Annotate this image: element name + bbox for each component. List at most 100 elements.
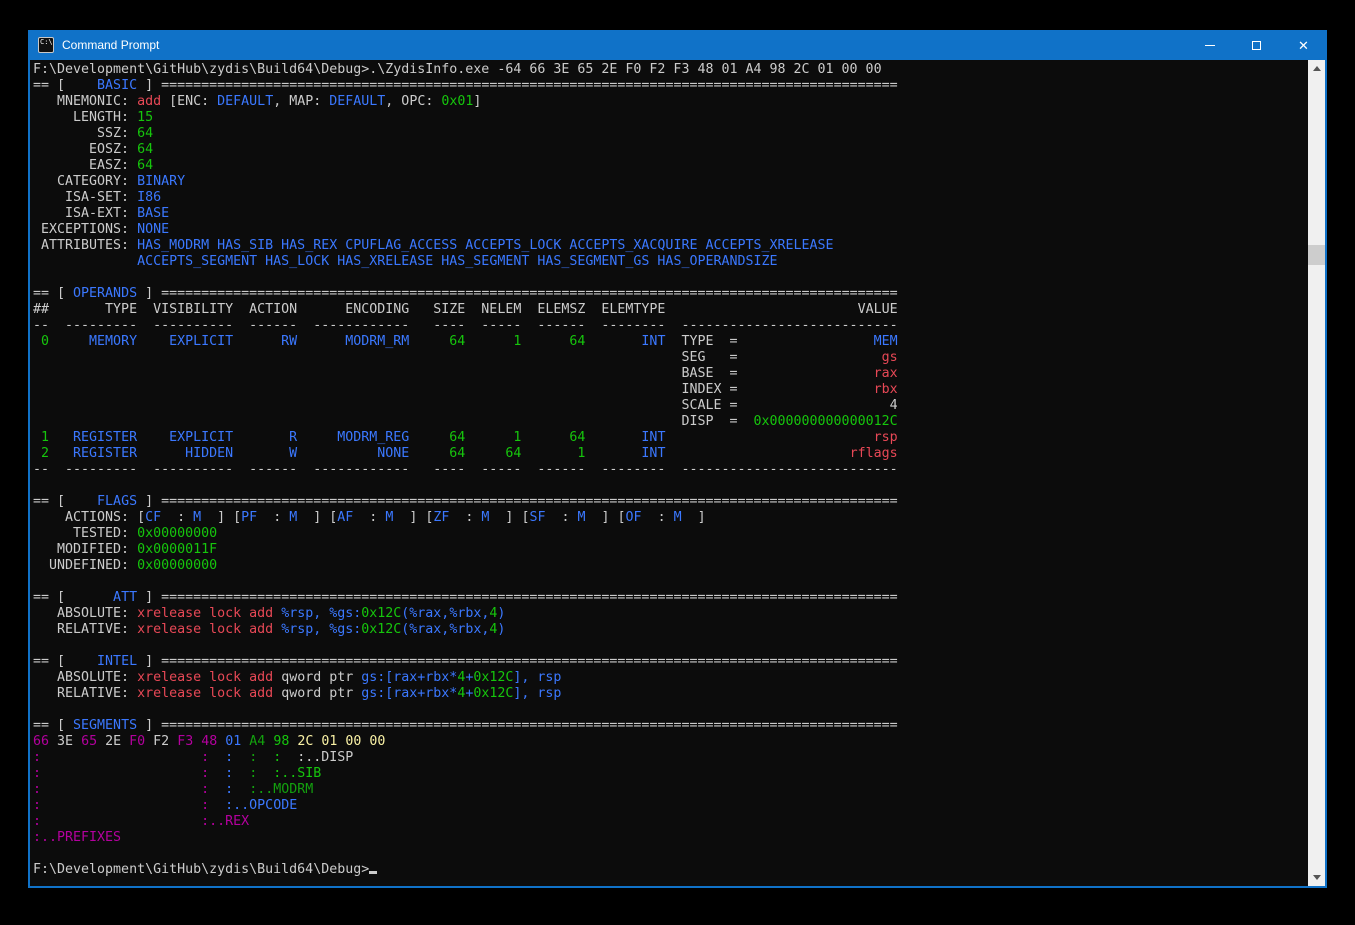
maximize-button[interactable] xyxy=(1233,30,1280,60)
text-segment: MEM xyxy=(874,334,898,349)
text-segment: OPERANDS xyxy=(73,286,137,301)
text-segment: (%rax,%rbx, xyxy=(401,622,489,637)
text-segment: ] xyxy=(137,286,161,301)
text-segment xyxy=(33,398,681,413)
text-segment: %rsp, %gs: xyxy=(281,622,361,637)
text-segment: ] xyxy=(137,78,161,93)
console-line: MODIFIED: 0x0000011F xyxy=(33,542,1308,558)
text-segment: add xyxy=(137,94,161,109)
text-segment xyxy=(233,766,249,781)
text-segment: HAS_MODRM HAS_SIB HAS_REX CPUFLAG_ACCESS… xyxy=(137,238,833,253)
command-prompt-window: C:\ Command Prompt ✕ F:\Development\GitH… xyxy=(28,30,1327,888)
text-segment: : xyxy=(161,510,193,525)
console-line: : : : : : :..DISP xyxy=(33,750,1308,766)
text-segment: [ENC: xyxy=(161,94,217,109)
text-segment: INT xyxy=(585,334,665,349)
text-segment: : xyxy=(33,750,41,765)
minimize-button[interactable] xyxy=(1186,30,1233,60)
minimize-icon xyxy=(1205,45,1215,46)
text-segment xyxy=(209,782,225,797)
text-segment: :..DISP xyxy=(297,750,353,765)
text-segment: , OPC: xyxy=(385,94,441,109)
text-segment: ZF xyxy=(433,510,449,525)
text-segment: MEMORY EXPLICIT RW MODRM_RM xyxy=(49,334,409,349)
text-segment: rflags xyxy=(850,446,898,461)
console-line xyxy=(33,702,1308,718)
text-segment: BASE = xyxy=(681,366,737,381)
console-line: ABSOLUTE: xrelease lock add %rsp, %gs:0x… xyxy=(33,606,1308,622)
text-segment: ], rsp xyxy=(513,670,561,685)
text-segment: ], rsp xyxy=(513,686,561,701)
console-output[interactable]: F:\Development\GitHub\zydis\Build64\Debu… xyxy=(30,60,1308,886)
text-segment: : xyxy=(225,766,233,781)
text-segment: 98 xyxy=(273,734,297,749)
cmd-icon: C:\ xyxy=(38,37,54,53)
text-segment: :..MODRM xyxy=(249,782,313,797)
text-segment: BINARY xyxy=(137,174,185,189)
text-segment: I86 xyxy=(137,190,161,205)
text-segment: ATT xyxy=(73,590,137,605)
window-body: F:\Development\GitHub\zydis\Build64\Debu… xyxy=(30,60,1325,886)
text-segment xyxy=(665,302,857,317)
text-segment: 4 xyxy=(890,398,898,413)
text-segment: 66 xyxy=(33,734,57,749)
text-segment: -- --------- ---------- ------ ---------… xyxy=(33,462,898,477)
console-line: : :..REX xyxy=(33,814,1308,830)
console-line: ABSOLUTE: xrelease lock add qword ptr gs… xyxy=(33,670,1308,686)
text-segment: 1 xyxy=(33,430,49,445)
console-line: CATEGORY: BINARY xyxy=(33,174,1308,190)
prompt-cursor[interactable] xyxy=(369,871,377,874)
scrollbar-thumb[interactable] xyxy=(1308,245,1325,265)
text-segment: qword ptr xyxy=(281,686,361,701)
text-segment: :..PREFIXES xyxy=(33,830,121,845)
console-line: 1 REGISTER EXPLICIT R MODRM_REG 64 1 64 … xyxy=(33,430,1308,446)
text-segment: REGISTER HIDDEN W NONE xyxy=(49,446,409,461)
text-segment: 01 xyxy=(225,734,249,749)
text-segment: ## TYPE VISIBILITY ACTION ENCODING SIZE … xyxy=(33,302,665,317)
text-segment: == [ xyxy=(33,494,73,509)
scroll-down-button[interactable] xyxy=(1308,869,1325,886)
text-segment: gs:[rax+rbx* xyxy=(361,686,457,701)
cmd-icon-text: C:\ xyxy=(40,38,53,46)
text-segment: gs:[rax+rbx* xyxy=(361,670,457,685)
text-segment: 0x12C xyxy=(361,622,401,637)
scroll-up-button[interactable] xyxy=(1308,60,1325,77)
console-line: EASZ: 64 xyxy=(33,158,1308,174)
text-segment xyxy=(665,430,873,445)
text-segment: qword ptr xyxy=(281,670,361,685)
text-segment: ] xyxy=(137,494,161,509)
console-line: ISA-SET: I86 xyxy=(33,190,1308,206)
console-line: DISP = 0x000000000000012C xyxy=(33,414,1308,430)
text-segment: == [ xyxy=(33,78,73,93)
console-line: == [ ATT ] =============================… xyxy=(33,590,1308,606)
console-line: 66 3E 65 2E F0 F2 F3 48 01 A4 98 2C 01 0… xyxy=(33,734,1308,750)
close-button[interactable]: ✕ xyxy=(1280,30,1327,60)
text-segment: == [ xyxy=(33,718,73,733)
text-segment xyxy=(233,750,249,765)
text-segment: BASE xyxy=(137,206,169,221)
scrollbar[interactable] xyxy=(1308,60,1325,886)
text-segment xyxy=(33,366,681,381)
console-line: EOSZ: 64 xyxy=(33,142,1308,158)
text-segment: rbx xyxy=(874,382,898,397)
title-bar[interactable]: C:\ Command Prompt ✕ xyxy=(28,30,1327,60)
console-line: : : : : :..SIB xyxy=(33,766,1308,782)
text-segment: ========================================… xyxy=(161,654,898,669)
text-segment: INT xyxy=(585,430,665,445)
text-segment: ISA-SET: xyxy=(33,190,137,205)
console-line: SCALE = 4 xyxy=(33,398,1308,414)
text-segment xyxy=(209,798,225,813)
console-line: TESTED: 0x00000000 xyxy=(33,526,1308,542)
text-segment xyxy=(33,382,681,397)
text-segment xyxy=(41,766,201,781)
text-segment xyxy=(737,382,873,397)
text-segment: ] [ xyxy=(393,510,433,525)
text-segment: 0x0000011F xyxy=(137,542,217,557)
text-segment xyxy=(41,782,201,797)
text-segment: 2 xyxy=(33,446,49,461)
text-segment: AF xyxy=(337,510,353,525)
maximize-icon xyxy=(1252,41,1261,50)
text-segment: BASIC xyxy=(73,78,137,93)
text-segment: %rsp, %gs: xyxy=(281,606,361,621)
text-segment xyxy=(737,414,753,429)
